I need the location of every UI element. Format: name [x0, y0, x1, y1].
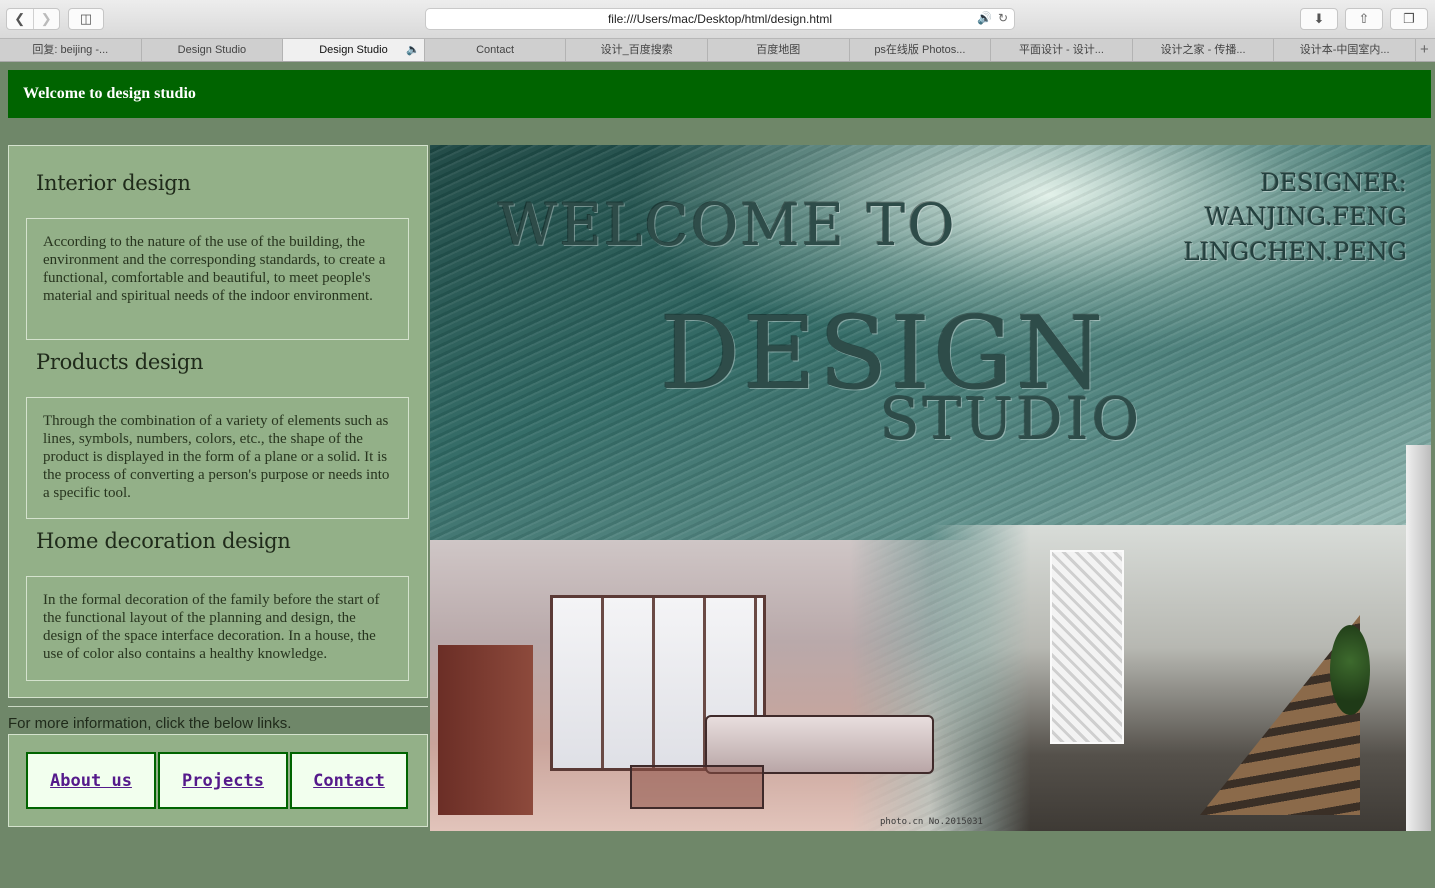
- speaker-icon[interactable]: 🔈: [406, 39, 420, 61]
- tab[interactable]: Design Studio: [142, 39, 284, 61]
- tab-label: 设计本-中国室内...: [1299, 44, 1390, 56]
- tab[interactable]: 平面设计 - 设计...: [991, 39, 1133, 61]
- browser-toolbar: ❮ ❯ ◫ file:///Users/mac/Desktop/html/des…: [0, 0, 1435, 39]
- image-watermark: photo.cn No.2015031: [880, 817, 983, 827]
- download-icon: ⬇: [1313, 11, 1325, 26]
- tab[interactable]: 设计_百度搜索: [566, 39, 708, 61]
- projects-link[interactable]: Projects: [158, 752, 288, 809]
- plus-icon[interactable]: +: [1416, 39, 1433, 61]
- coffee-table: [630, 765, 764, 809]
- hero-studio-text: STUDIO: [880, 385, 1143, 453]
- download-button[interactable]: ⬇: [1300, 8, 1338, 30]
- tab[interactable]: 设计本-中国室内...: [1274, 39, 1416, 61]
- section-description-home-decoration: In the formal decoration of the family b…: [26, 576, 409, 681]
- services-panel: Interior design According to the nature …: [8, 145, 428, 698]
- speaker-icon[interactable]: 🔊: [977, 11, 992, 25]
- contact-link[interactable]: Contact: [290, 752, 408, 809]
- hero-designer-name: LINGCHEN.PENG: [1183, 238, 1407, 266]
- tv-wall: [438, 645, 533, 815]
- tab[interactable]: 设计之家 - 传播...: [1133, 39, 1275, 61]
- page-title: Welcome to design studio: [23, 85, 196, 102]
- hero-designer-name: WANJING.FENG: [1204, 203, 1407, 231]
- info-text: For more information, click the below li…: [8, 715, 292, 732]
- show-tabs-button[interactable]: ❐: [1390, 8, 1428, 30]
- tab-label: Contact: [476, 44, 515, 56]
- divider: [8, 706, 428, 707]
- address-bar[interactable]: file:///Users/mac/Desktop/html/design.ht…: [425, 8, 1015, 30]
- tab[interactable]: 回复: beijing -...: [0, 39, 142, 61]
- section-description-products: Through the combination of a variety of …: [26, 397, 409, 519]
- tab[interactable]: Contact: [425, 39, 567, 61]
- url-text: file:///Users/mac/Desktop/html/design.ht…: [607, 12, 833, 26]
- lattice-screen: [1050, 550, 1124, 744]
- tab-label: 百度地图: [756, 44, 801, 56]
- tab-label: 设计_百度搜索: [600, 44, 673, 56]
- section-title-interior: Interior design: [36, 171, 191, 195]
- section-description-interior: According to the nature of the use of th…: [26, 218, 409, 340]
- links-panel: About us Projects Contact: [8, 734, 428, 827]
- reload-icon[interactable]: ↻: [998, 11, 1008, 25]
- tab[interactable]: ps在线版 Photos...: [850, 39, 992, 61]
- chevron-left-icon[interactable]: ❮: [7, 9, 33, 29]
- hero-banner-image: WELCOME TO DESIGN STUDIO DESIGNER: WANJI…: [430, 145, 1431, 831]
- tab-bar: 回复: beijing -... Design Studio Design St…: [0, 39, 1435, 62]
- share-button[interactable]: ⇧: [1345, 8, 1383, 30]
- section-title-products: Products design: [36, 350, 204, 374]
- tab-label: 设计之家 - 传播...: [1160, 44, 1246, 56]
- about-us-link[interactable]: About us: [26, 752, 156, 809]
- sidebar-icon: ◫: [79, 11, 93, 26]
- tab-label: 平面设计 - 设计...: [1018, 44, 1104, 56]
- section-title-home-decoration: Home decoration design: [36, 529, 291, 553]
- potted-plant: [1330, 625, 1370, 715]
- pillar: [1406, 445, 1431, 831]
- sidebar-button[interactable]: ◫: [68, 8, 104, 30]
- hero-welcome-text: WELCOME TO: [498, 191, 957, 259]
- tab-label: Design Studio: [177, 44, 247, 56]
- chevron-right-icon[interactable]: ❯: [32, 9, 60, 29]
- tabs-icon: ❐: [1403, 11, 1415, 26]
- page-header: Welcome to design studio: [8, 70, 1431, 118]
- tab[interactable]: 百度地图: [708, 39, 850, 61]
- tab-label: 回复: beijing -...: [32, 44, 109, 56]
- nav-buttons: ❮ ❯: [6, 8, 60, 30]
- tab-label: ps在线版 Photos...: [874, 44, 966, 56]
- share-icon: ⇧: [1358, 11, 1370, 26]
- tab-active[interactable]: Design Studio 🔈: [283, 39, 425, 61]
- tab-label: Design Studio: [319, 44, 388, 56]
- hero-designer-label: DESIGNER:: [1260, 169, 1407, 197]
